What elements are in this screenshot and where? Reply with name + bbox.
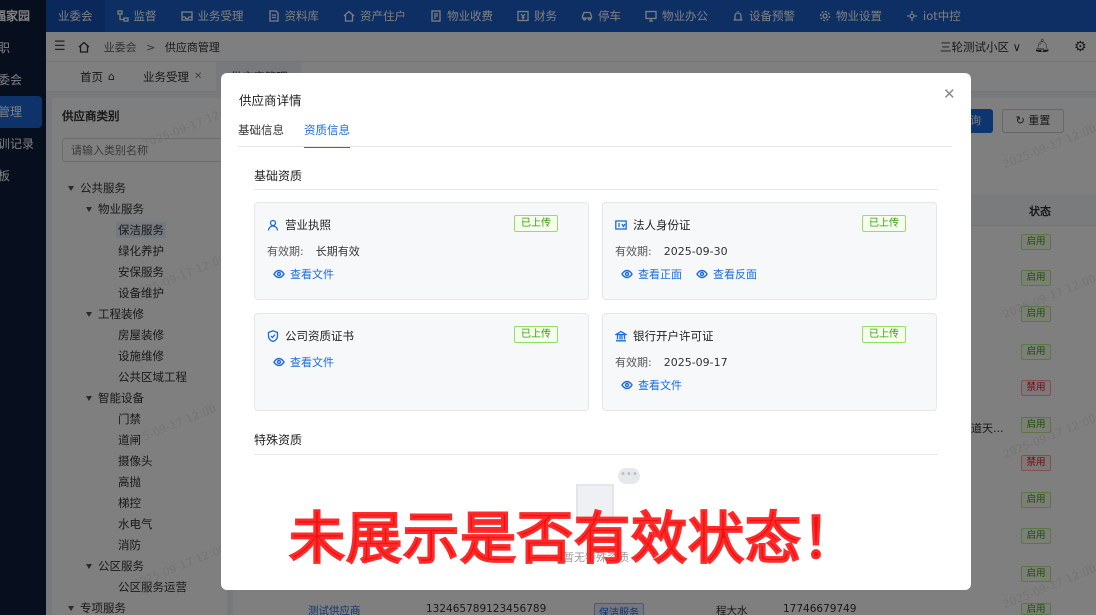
shield-icon (267, 330, 279, 342)
validity-row: 有效期: 2025-09-17 (615, 354, 728, 370)
section-divider (254, 454, 938, 455)
qualification-card: 银行开户许可证 已上传 有效期: 2025-09-17 查看文件 (602, 313, 937, 411)
annotation-callout: 未展示是否有效状态！ (289, 507, 859, 573)
validity-label: 有效期: (267, 245, 304, 258)
tabs-divider (238, 146, 952, 147)
qualification-card: 营业执照 已上传 有效期: 长期有效 查看文件 (254, 202, 589, 300)
validity-row: 有效期: 长期有效 (267, 243, 360, 259)
special-section-title: 特殊资质 (254, 433, 303, 447)
qualification-card: 法人身份证 已上传 有效期: 2025-09-30 查看正面 查看反面 (602, 202, 937, 300)
link-label: 查看反面 (713, 268, 757, 281)
view-back-link[interactable]: 查看反面 (696, 266, 757, 282)
link-label: 查看文件 (290, 356, 334, 369)
card-title-label: 法人身份证 (633, 218, 691, 232)
upload-status-badge: 已上传 (514, 215, 558, 232)
card-title-label: 公司资质证书 (285, 329, 354, 343)
card-title: 公司资质证书 (267, 328, 354, 344)
id-card-icon (615, 220, 627, 230)
validity-label: 有效期: (615, 245, 652, 258)
card-title: 营业执照 (267, 217, 331, 233)
eye-icon (273, 269, 285, 279)
tab-basic-info[interactable]: 基础信息 (238, 122, 284, 138)
view-front-link[interactable]: 查看正面 (621, 266, 682, 282)
eye-icon (273, 357, 285, 367)
section-divider (254, 189, 938, 190)
link-label: 查看正面 (638, 268, 682, 281)
card-links: 查看文件 (273, 354, 334, 370)
tab-qualification-info[interactable]: 资质信息 (304, 122, 350, 148)
validity-value: 长期有效 (315, 245, 360, 258)
card-title-label: 银行开户许可证 (633, 329, 714, 343)
qualification-card: 公司资质证书 已上传 查看文件 (254, 313, 589, 411)
upload-status-badge: 已上传 (514, 326, 558, 343)
card-title: 法人身份证 (615, 217, 691, 233)
chat-bubble-icon: ••• (618, 468, 640, 484)
tab-label: 基础信息 (238, 123, 284, 137)
card-title-label: 营业执照 (285, 218, 331, 232)
card-links: 查看文件 (621, 377, 682, 393)
eye-icon (696, 269, 708, 279)
card-links: 查看文件 (273, 266, 334, 282)
eye-icon (621, 380, 633, 390)
view-file-link[interactable]: 查看文件 (621, 377, 682, 393)
view-file-link[interactable]: 查看文件 (273, 266, 334, 282)
upload-status-badge: 已上传 (862, 326, 906, 343)
basic-section-title: 基础资质 (254, 169, 303, 183)
eye-icon (621, 269, 633, 279)
link-label: 查看文件 (290, 268, 334, 281)
card-links: 查看正面 查看反面 (621, 266, 757, 282)
upload-status-badge: 已上传 (862, 215, 906, 232)
bank-icon (615, 330, 627, 342)
validity-row: 有效期: 2025-09-30 (615, 243, 728, 259)
modal-title: 供应商详情 (239, 93, 302, 108)
card-title: 银行开户许可证 (615, 328, 714, 344)
validity-value: 2025-09-17 (663, 356, 728, 369)
validity-label: 有效期: (615, 356, 652, 369)
view-file-link[interactable]: 查看文件 (273, 354, 334, 370)
link-label: 查看文件 (638, 379, 682, 392)
validity-value: 2025-09-30 (663, 245, 728, 258)
close-icon[interactable]: ✕ (943, 85, 956, 103)
tab-label: 资质信息 (304, 123, 350, 137)
person-icon (267, 219, 279, 231)
